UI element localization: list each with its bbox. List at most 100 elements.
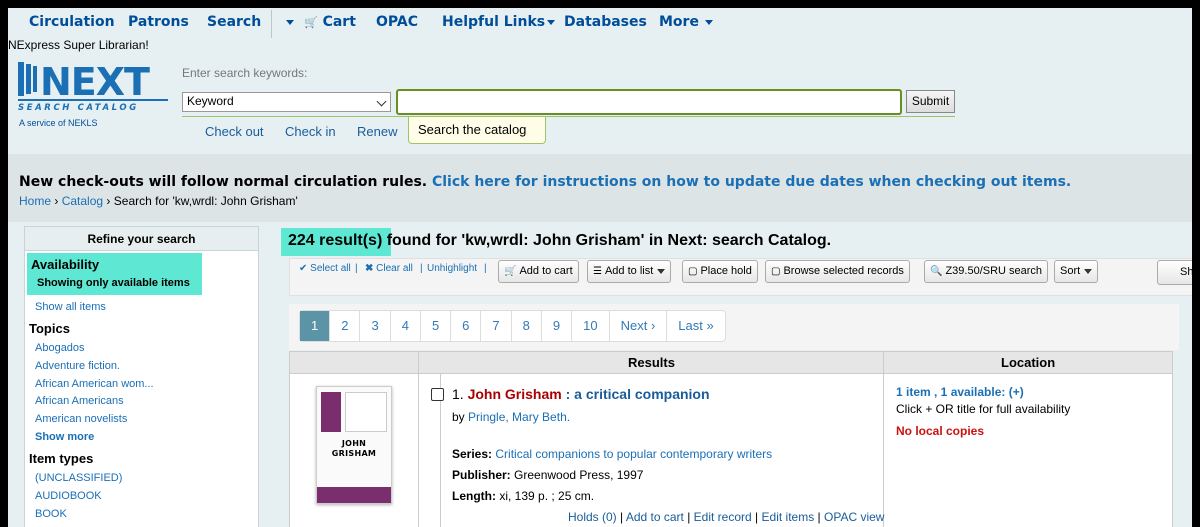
nav-more-label: More (659, 14, 699, 30)
breadcrumb-catalog[interactable]: Catalog (62, 194, 103, 208)
topic-link[interactable]: Adventure fiction. (35, 360, 120, 372)
tab-renew[interactable]: Renew (357, 124, 397, 139)
record-actions: Holds (0) | Add to cart | Edit record | … (568, 510, 884, 524)
chevron-down-icon (286, 19, 294, 25)
series-link[interactable]: Critical companions to popular contempor… (495, 447, 772, 461)
item-type-link[interactable]: (UNCLASSIFIED) (35, 472, 122, 484)
item-type-link[interactable]: BOOK (35, 508, 67, 520)
nav-opac[interactable]: OPAC (376, 14, 418, 30)
notice-link[interactable]: Click here for instructions on how to up… (432, 174, 1071, 190)
add-to-cart-link[interactable]: Add to cart (626, 510, 684, 524)
holds-link[interactable]: Holds (0) (568, 510, 617, 524)
tb-separator: | (484, 263, 487, 274)
book-cover-image[interactable]: JOHN GRISHAM (316, 386, 392, 504)
sidebar-title: Refine your search (25, 227, 258, 251)
topic-link[interactable]: African American wom... (35, 378, 154, 390)
select-all-link[interactable]: ✔ Select all (299, 263, 351, 274)
page-link[interactable]: 4 (391, 311, 421, 341)
show-all-items-link[interactable]: Show all items (35, 301, 106, 313)
show-more-topics-link[interactable]: Show more (35, 431, 94, 443)
next-page-link[interactable]: Next › (610, 311, 668, 341)
clear-all-link[interactable]: ✖ Clear all (365, 263, 413, 274)
nav-search-dropdown[interactable] (282, 14, 294, 30)
series-label: Series: (452, 447, 493, 461)
topic-link[interactable]: American novelists (35, 413, 127, 425)
nav-databases[interactable]: Databases (564, 14, 647, 30)
nav-patrons[interactable]: Patrons (128, 14, 189, 30)
add-to-list-button[interactable]: ☰ Add to list (587, 260, 672, 283)
breadcrumb-home[interactable]: Home (19, 194, 51, 208)
nav-helpful-links[interactable]: Helpful Links (442, 14, 556, 30)
pagination: 1 2 3 4 5 6 7 8 9 10 Next › Last » (299, 310, 726, 342)
availability-highlight: Availability Showing only available item… (27, 253, 202, 295)
search-underline (182, 116, 955, 117)
item-type-link[interactable]: AUDIOBOOK (35, 490, 102, 502)
show-button[interactable]: Sh (1157, 260, 1192, 285)
record-number: 1. (452, 386, 464, 402)
page-link[interactable]: 5 (421, 311, 452, 341)
last-page-link[interactable]: Last » (667, 311, 724, 341)
add-to-cart-button[interactable]: 🛒 Add to cart (498, 260, 579, 283)
page-link[interactable]: 6 (451, 311, 482, 341)
nav-search[interactable]: Search (207, 14, 261, 30)
publisher-label: Publisher: (452, 468, 511, 482)
nav-circulation[interactable]: Circulation (29, 14, 115, 30)
tab-search-catalog[interactable]: Search the catalog (408, 117, 546, 144)
page-link[interactable]: 2 (330, 311, 361, 341)
results-query: found for 'kw,wrdl: John Grisham' in Nex… (382, 232, 832, 249)
edit-items-link[interactable]: Edit items (762, 510, 815, 524)
topic-link[interactable]: African Americans (35, 395, 124, 407)
tab-check-in[interactable]: Check in (285, 124, 336, 139)
availability-heading: Availability (31, 257, 100, 272)
record-title[interactable]: 1. John Grisham : a critical companion (452, 386, 710, 402)
page-link[interactable]: 8 (512, 311, 542, 341)
search-input[interactable] (396, 89, 902, 115)
topic-link[interactable]: Abogados (35, 342, 85, 354)
chevron-down-icon (547, 19, 556, 25)
record-title-highlight: John Grisham (467, 386, 562, 402)
nav-more[interactable]: More (659, 14, 713, 30)
browse-selected-button[interactable]: ▢ Browse selected records (765, 260, 910, 283)
search-type-select[interactable]: Keyword (182, 92, 391, 112)
submit-button[interactable]: Submit (906, 90, 955, 113)
location-column-header: Location (1001, 355, 1056, 370)
page-link-active[interactable]: 1 (300, 311, 331, 341)
add-to-cart-label: Add to cart (519, 265, 573, 277)
availability-hint: Click + OR title for full availability (896, 402, 1071, 416)
page-link[interactable]: 10 (572, 311, 610, 341)
link-separator: | (687, 510, 691, 524)
next-logo[interactable]: NEXT SEARCH CATALOG (18, 60, 173, 114)
record-select-checkbox[interactable] (431, 388, 444, 401)
check-icon: ✔ (299, 263, 308, 274)
tab-check-out[interactable]: Check out (205, 124, 264, 139)
availability-link[interactable]: 1 item , 1 available: (+) (896, 385, 1024, 399)
breadcrumb-separator: › (54, 194, 62, 208)
nav-cart[interactable]: 🛒 Cart (304, 14, 356, 30)
author-link[interactable]: Pringle, Mary Beth. (468, 410, 570, 424)
top-nav: Circulation Patrons Search 🛒 Cart OPAC H… (8, 8, 1192, 38)
unhighlight-link[interactable]: Unhighlight (427, 263, 477, 274)
next-label: Next (620, 318, 648, 333)
breadcrumb-separator: › (106, 194, 114, 208)
page-link[interactable]: 9 (542, 311, 573, 341)
search-type-value: Keyword (187, 94, 234, 108)
page-link[interactable]: 7 (481, 311, 512, 341)
column-divider (418, 352, 419, 527)
page-link[interactable]: 3 (360, 311, 391, 341)
record-publisher: Publisher: Greenwood Press, 1997 (452, 468, 643, 482)
sort-button[interactable]: Sort (1054, 260, 1099, 283)
list-icon: ☰ (593, 266, 602, 277)
notice-band: New check-outs will follow normal circul… (8, 154, 1192, 222)
cover-art (321, 392, 341, 432)
z3950-search-button[interactable]: 🔍 Z39.50/SRU search (924, 260, 1049, 283)
record-title-rest: : a critical companion (561, 386, 710, 402)
double-chevron-right-icon: » (706, 318, 714, 333)
logo-sub: SEARCH CATALOG (18, 103, 139, 113)
chevron-right-icon: › (650, 318, 656, 333)
browse-selected-label: Browse selected records (783, 265, 904, 277)
cover-art (317, 487, 391, 503)
opac-view-link[interactable]: OPAC view (824, 510, 884, 524)
edit-record-link[interactable]: Edit record (694, 510, 752, 524)
place-hold-button[interactable]: ▢ Place hold (682, 260, 758, 283)
chevron-down-icon (704, 19, 713, 25)
